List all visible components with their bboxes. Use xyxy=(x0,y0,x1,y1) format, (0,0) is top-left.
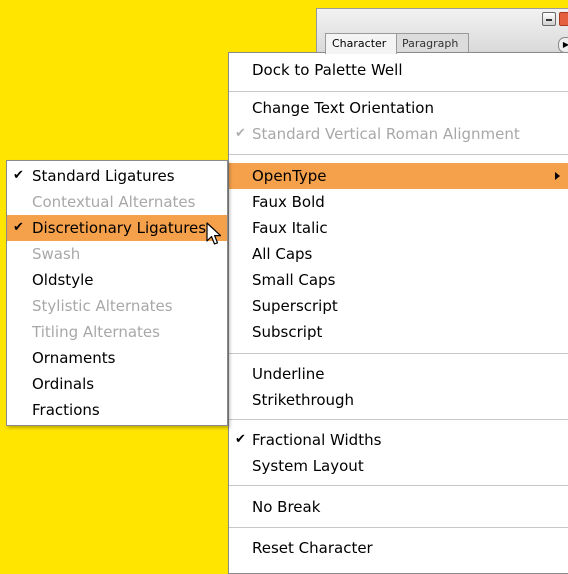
menu-item-label: Ordinals xyxy=(32,375,95,393)
menu-item-system-layout[interactable]: System Layout xyxy=(229,453,568,479)
menu-item-label: Small Caps xyxy=(252,271,336,289)
checkmark-icon: ✔ xyxy=(13,220,24,235)
tab-paragraph[interactable]: Paragraph xyxy=(395,33,470,54)
checkmark-icon: ✔ xyxy=(235,432,246,447)
submenu-item-titling-alternates: Titling Alternates xyxy=(7,319,227,345)
submenu-item-discretionary-ligatures[interactable]: ✔ Discretionary Ligatures xyxy=(7,215,227,241)
menu-item-label: Superscript xyxy=(252,297,338,315)
menu-item-label: Ornaments xyxy=(32,349,116,367)
menu-item-label: OpenType xyxy=(252,167,327,185)
menu-item-label: Reset Character xyxy=(252,539,373,557)
menu-item-faux-bold[interactable]: Faux Bold xyxy=(229,189,568,215)
menu-item-label: Titling Alternates xyxy=(32,323,160,341)
submenu-item-fractions[interactable]: Fractions xyxy=(7,397,227,423)
menu-item-label: Standard Vertical Roman Alignment xyxy=(252,125,520,143)
tab-character[interactable]: Character xyxy=(325,33,398,54)
menu-item-label: Contextual Alternates xyxy=(32,193,196,211)
mouse-pointer-icon xyxy=(206,222,222,245)
menu-separator xyxy=(229,353,568,354)
menu-item-superscript[interactable]: Superscript xyxy=(229,293,568,319)
character-palette-menu: Dock to Palette Well Change Text Orienta… xyxy=(228,52,568,574)
menu-item-strikethrough[interactable]: Strikethrough xyxy=(229,387,568,413)
menu-item-label: Change Text Orientation xyxy=(252,99,434,117)
palette-menu-icon[interactable]: ▶ xyxy=(558,37,568,53)
menu-item-label: Discretionary Ligatures xyxy=(32,219,207,237)
submenu-item-stylistic-alternates: Stylistic Alternates xyxy=(7,293,227,319)
submenu-item-standard-ligatures[interactable]: ✔ Standard Ligatures xyxy=(7,163,227,189)
menu-item-label: All Caps xyxy=(252,245,313,263)
checkmark-icon: ✔ xyxy=(235,126,246,141)
menu-separator xyxy=(229,91,568,92)
menu-item-change-text-orientation[interactable]: Change Text Orientation xyxy=(229,95,568,121)
menu-item-no-break[interactable]: No Break xyxy=(229,494,568,520)
menu-item-label: Stylistic Alternates xyxy=(32,297,173,315)
menu-item-label: Faux Italic xyxy=(252,219,328,237)
menu-item-label: Underline xyxy=(252,365,325,383)
menu-separator xyxy=(229,154,568,155)
menu-item-subscript[interactable]: Subscript xyxy=(229,319,568,345)
menu-item-label: Fractional Widths xyxy=(252,431,382,449)
submenu-item-oldstyle[interactable]: Oldstyle xyxy=(7,267,227,293)
menu-item-faux-italic[interactable]: Faux Italic xyxy=(229,215,568,241)
menu-item-small-caps[interactable]: Small Caps xyxy=(229,267,568,293)
close-button[interactable] xyxy=(559,12,568,26)
menu-item-fractional-widths[interactable]: ✔ Fractional Widths xyxy=(229,427,568,453)
menu-item-label: System Layout xyxy=(252,457,364,475)
menu-item-label: Strikethrough xyxy=(252,391,355,409)
menu-item-label: Dock to Palette Well xyxy=(252,61,403,79)
menu-item-dock-to-palette-well[interactable]: Dock to Palette Well xyxy=(229,57,568,83)
menu-item-reset-character[interactable]: Reset Character xyxy=(229,535,568,561)
menu-separator xyxy=(229,419,568,420)
submenu-item-ordinals[interactable]: Ordinals xyxy=(7,371,227,397)
opentype-submenu: ✔ Standard Ligatures Contextual Alternate… xyxy=(6,160,228,426)
menu-item-label: Subscript xyxy=(252,323,323,341)
menu-separator xyxy=(229,527,568,528)
menu-item-standard-vertical-roman-alignment: ✔ Standard Vertical Roman Alignment xyxy=(229,121,568,147)
menu-item-all-caps[interactable]: All Caps xyxy=(229,241,568,267)
checkmark-icon: ✔ xyxy=(13,168,24,183)
menu-item-underline[interactable]: Underline xyxy=(229,361,568,387)
character-palette: Character Paragraph ▶ xyxy=(316,8,568,56)
menu-item-label: Fractions xyxy=(32,401,100,419)
menu-separator xyxy=(229,485,568,486)
submenu-item-swash: Swash xyxy=(7,241,227,267)
menu-item-label: Standard Ligatures xyxy=(32,167,175,185)
menu-item-label: Swash xyxy=(32,245,81,263)
submenu-arrow-icon xyxy=(555,172,560,180)
minimize-button[interactable] xyxy=(542,12,556,26)
menu-item-label: Faux Bold xyxy=(252,193,325,211)
menu-item-label: No Break xyxy=(252,498,321,516)
menu-item-opentype[interactable]: OpenType xyxy=(229,163,568,189)
submenu-item-ornaments[interactable]: Ornaments xyxy=(7,345,227,371)
submenu-item-contextual-alternates: Contextual Alternates xyxy=(7,189,227,215)
menu-item-label: Oldstyle xyxy=(32,271,94,289)
